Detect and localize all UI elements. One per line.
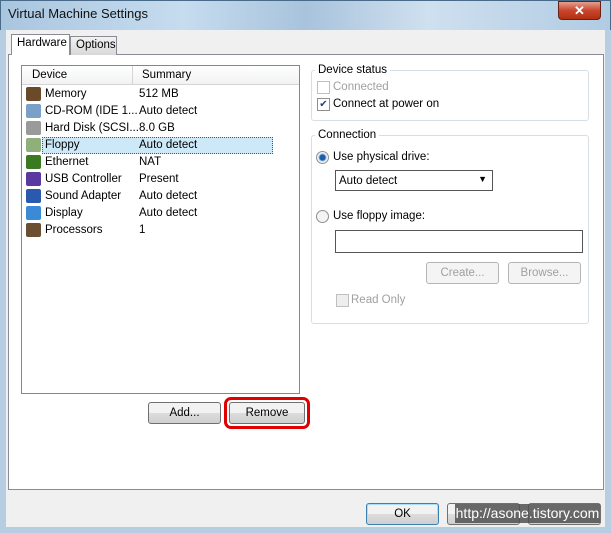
cdrom-icon <box>26 104 41 118</box>
physical-drive-dropdown[interactable]: Auto detect ▼ <box>335 170 493 191</box>
device-summary: 1 <box>139 224 146 236</box>
hard-disk-icon <box>26 121 41 135</box>
device-summary: NAT <box>139 156 162 168</box>
connect-at-power-on-label: Connect at power on <box>333 98 440 110</box>
dropdown-value: Auto detect <box>339 175 398 187</box>
connect-at-power-on-checkbox[interactable]: ✔ <box>317 98 330 111</box>
read-only-label: Read Only <box>351 294 406 306</box>
tab-hardware[interactable]: Hardware <box>11 34 70 55</box>
watermark: http://asone.tistory.com <box>455 504 600 523</box>
device-name: USB Controller <box>45 173 122 185</box>
device-status-group <box>311 70 589 121</box>
device-name: CD-ROM (IDE 1... <box>45 105 138 117</box>
ethernet-icon <box>26 155 41 169</box>
device-name: Sound Adapter <box>45 190 122 202</box>
device-name: Ethernet <box>45 156 89 168</box>
table-row[interactable]: Hard Disk (SCSI... 8.0 GB <box>23 120 299 137</box>
device-name: Display <box>45 207 83 219</box>
table-row[interactable]: CD-ROM (IDE 1... Auto detect <box>23 103 299 120</box>
device-summary: Auto detect <box>139 105 198 117</box>
device-summary: Auto detect <box>139 139 198 151</box>
table-row[interactable]: USB Controller Present <box>23 171 299 188</box>
usb-icon <box>26 172 41 186</box>
device-name: Hard Disk (SCSI... <box>45 122 139 134</box>
read-only-checkbox[interactable] <box>336 294 349 307</box>
connected-label: Connected <box>333 81 389 93</box>
sound-icon <box>26 189 41 203</box>
table-row[interactable]: Processors 1 <box>23 222 299 239</box>
physical-drive-label: Use physical drive: <box>333 151 430 163</box>
memory-icon <box>26 87 41 101</box>
floppy-icon <box>26 138 41 152</box>
floppy-image-radio[interactable] <box>316 210 329 223</box>
device-name: Floppy <box>45 139 80 151</box>
device-name: Processors <box>45 224 103 236</box>
close-icon[interactable]: ✕ <box>558 1 601 20</box>
device-name: Memory <box>45 88 87 100</box>
processor-icon <box>26 223 41 237</box>
column-header-summary[interactable]: Summary <box>133 66 299 85</box>
device-summary: 512 MB <box>139 88 179 100</box>
physical-drive-radio[interactable] <box>316 151 329 164</box>
floppy-image-path-input[interactable] <box>335 230 583 253</box>
device-summary: Auto detect <box>139 190 198 202</box>
device-summary: Auto detect <box>139 207 198 219</box>
ok-button[interactable]: OK <box>366 503 439 525</box>
device-summary: Present <box>139 173 179 185</box>
connected-checkbox[interactable] <box>317 81 330 94</box>
tab-options[interactable]: Options <box>70 36 117 55</box>
create-button[interactable]: Create... <box>426 262 499 284</box>
device-summary: 8.0 GB <box>139 122 175 134</box>
column-header-device[interactable]: Device <box>22 66 133 85</box>
table-row[interactable]: Ethernet NAT <box>23 154 299 171</box>
remove-button[interactable]: Remove <box>229 402 305 424</box>
display-icon <box>26 206 41 220</box>
table-row[interactable]: Floppy Auto detect <box>23 137 299 154</box>
chevron-down-icon: ▼ <box>478 174 487 184</box>
table-row[interactable]: Display Auto detect <box>23 205 299 222</box>
window-title: Virtual Machine Settings <box>8 6 148 21</box>
device-status-label: Device status <box>315 64 391 76</box>
floppy-image-label: Use floppy image: <box>333 210 426 222</box>
browse-button[interactable]: Browse... <box>508 262 581 284</box>
add-button[interactable]: Add... <box>148 402 221 424</box>
connection-label: Connection <box>315 129 380 141</box>
table-row[interactable]: Sound Adapter Auto detect <box>23 188 299 205</box>
table-row[interactable]: Memory 512 MB <box>23 86 299 103</box>
